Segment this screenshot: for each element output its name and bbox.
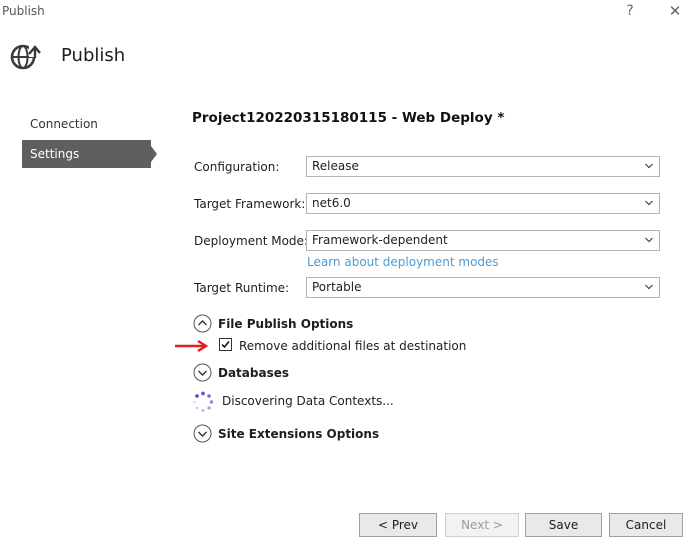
checkmark-icon <box>221 340 230 349</box>
configuration-label: Configuration: <box>194 160 280 174</box>
window-title: Publish <box>2 4 45 18</box>
chevron-down-icon <box>645 163 653 169</box>
databases-header[interactable]: Databases <box>218 366 289 380</box>
deployment-modes-link[interactable]: Learn about deployment modes <box>307 255 499 269</box>
profile-title: Project120220315180115 - Web Deploy * <box>192 110 505 126</box>
configuration-select[interactable]: Release <box>306 156 660 177</box>
target-runtime-label: Target Runtime: <box>194 281 290 295</box>
globe-arrow-icon <box>10 44 41 70</box>
nav-item-settings[interactable]: Settings <box>22 140 151 168</box>
target-runtime-value: Portable <box>312 280 362 294</box>
discovering-status: Discovering Data Contexts... <box>222 394 394 408</box>
collapse-chevron-up-icon[interactable] <box>193 314 212 333</box>
loading-spinner-icon <box>193 391 214 412</box>
nav-selected-pointer <box>151 146 157 162</box>
deployment-mode-label: Deployment Mode: <box>194 234 308 248</box>
expand-chevron-down-icon[interactable] <box>193 363 212 382</box>
target-framework-value: net6.0 <box>312 196 351 210</box>
page-title: Publish <box>61 45 126 66</box>
help-button[interactable]: ? <box>619 2 641 20</box>
close-button[interactable]: ✕ <box>664 2 686 20</box>
site-extensions-header[interactable]: Site Extensions Options <box>218 427 379 441</box>
cancel-button[interactable]: Cancel <box>609 513 683 537</box>
next-button[interactable]: Next > <box>445 513 519 537</box>
chevron-down-icon <box>645 200 653 206</box>
remove-files-label[interactable]: Remove additional files at destination <box>239 339 466 353</box>
chevron-down-icon <box>645 237 653 243</box>
save-button[interactable]: Save <box>525 513 602 537</box>
target-framework-label: Target Framework: <box>194 197 306 211</box>
expand-chevron-down-icon[interactable] <box>193 424 212 443</box>
nav-item-connection[interactable]: Connection <box>22 110 151 138</box>
configuration-value: Release <box>312 159 359 173</box>
target-framework-select[interactable]: net6.0 <box>306 193 660 214</box>
deployment-mode-select[interactable]: Framework-dependent <box>306 230 660 251</box>
target-runtime-select[interactable]: Portable <box>306 277 660 298</box>
red-arrow-annotation <box>175 339 209 353</box>
remove-files-checkbox[interactable] <box>219 338 232 351</box>
prev-button[interactable]: < Prev <box>359 513 437 537</box>
chevron-down-icon <box>645 284 653 290</box>
deployment-mode-value: Framework-dependent <box>312 233 448 247</box>
file-publish-options-header[interactable]: File Publish Options <box>218 317 353 331</box>
